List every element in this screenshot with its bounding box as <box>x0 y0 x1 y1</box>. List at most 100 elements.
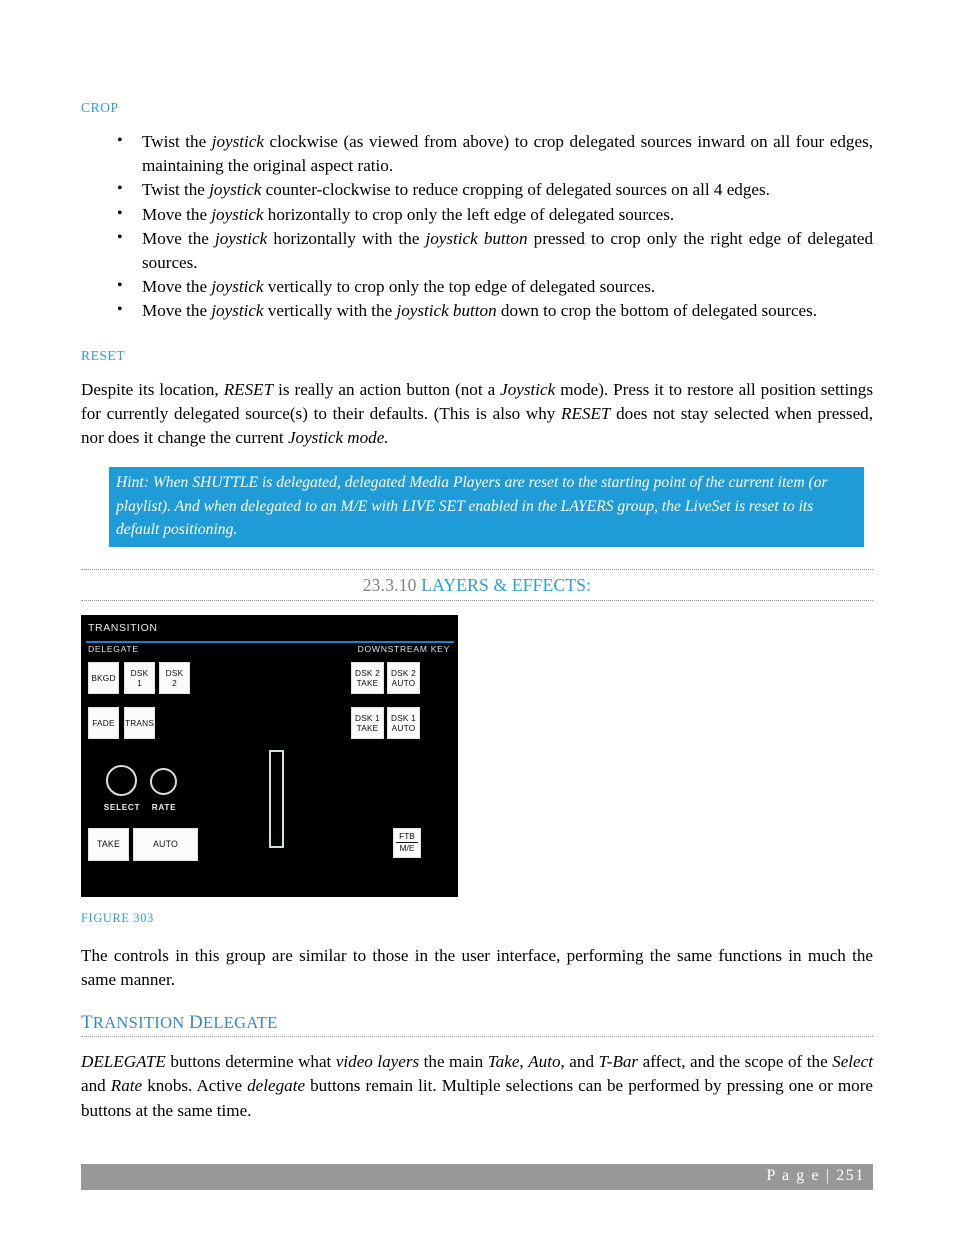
emphasis-run: Joystick <box>500 379 556 399</box>
button-label-line: DSK 2 <box>355 667 380 678</box>
me-label: M/E <box>399 843 415 854</box>
downstream-key-group-label: DOWNSTREAM KEY <box>357 643 450 654</box>
button-dsk2-auto[interactable]: DSK 2 AUTO <box>387 661 420 694</box>
button-label-line: AUTO <box>391 722 416 733</box>
t-bar-slider[interactable] <box>269 749 284 848</box>
page-footer-bar: P a g e | 251 <box>81 1164 873 1190</box>
button-label-line: DSK <box>130 667 149 678</box>
reset-paragraph: Despite its location, RESET is really an… <box>81 378 873 451</box>
text-run: Twist the <box>142 132 212 151</box>
text-run: vertically to crop only the top edge of … <box>263 277 656 297</box>
text-run: Move the <box>142 301 212 321</box>
document-page: CROP Twist the joystick clockwise (as vi… <box>0 0 954 1235</box>
crop-bullet-item: Move the joystick horizontally with the … <box>81 226 873 275</box>
button-label-line: DSK 1 <box>355 712 380 723</box>
emphasis-run: joystick <box>211 301 264 321</box>
text-run: , <box>519 1052 529 1072</box>
crop-bullet-item: Twist the joystick clockwise (as viewed … <box>81 129 873 178</box>
delegate-description-paragraph: DELEGATE buttons determine what video la… <box>81 1050 873 1123</box>
section-rule-bottom <box>81 599 873 601</box>
td-rest-1: RANSITION <box>92 1013 185 1033</box>
button-dsk1-delegate[interactable]: DSK 1 <box>124 661 155 694</box>
text-run: counter-clockwise to reduce cropping of … <box>261 180 770 200</box>
delegate-group-label: DELEGATE <box>88 643 139 654</box>
transition-delegate-rule <box>81 1036 873 1038</box>
text-run: Move the <box>142 228 215 248</box>
hint-callout: Hint: When SHUTTLE is delegated, delegat… <box>109 467 864 547</box>
button-auto[interactable]: AUTO <box>133 827 198 861</box>
emphasis-run: Auto <box>528 1052 561 1072</box>
td-cap-2: D <box>188 1012 203 1034</box>
emphasis-run: joystick <box>211 277 264 297</box>
ftb-label: FTB <box>396 831 418 844</box>
crop-bullet-item: Move the joystick vertically with the jo… <box>81 298 873 323</box>
td-rest-2: ELEGATE <box>203 1013 278 1033</box>
emphasis-run: joystick <box>211 132 264 151</box>
section-heading: 23.3.10 LAYERS & EFFECTS: <box>81 570 873 600</box>
emphasis-run: T-Bar <box>598 1052 639 1072</box>
button-label-line: DSK 1 <box>391 712 416 723</box>
panel-title: TRANSITION <box>88 621 158 634</box>
text-run: the main <box>419 1052 488 1072</box>
emphasis-run: Joystick mode. <box>287 428 389 448</box>
td-cap-1: T <box>81 1012 93 1034</box>
section-header-block: 23.3.10 LAYERS & EFFECTS: <box>81 568 873 601</box>
text-run: horizontally to crop only the left edge … <box>263 204 675 224</box>
crop-bullet-list: Twist the joystick clockwise (as viewed … <box>81 129 873 324</box>
controls-description-paragraph: The controls in this group are similar t… <box>81 945 873 989</box>
section-number: 23.3.10 <box>362 574 417 595</box>
text-run: down to crop the bottom of delegated sou… <box>496 301 818 321</box>
text-run: Move the <box>142 277 212 297</box>
text-run: knobs. Active <box>142 1076 248 1096</box>
emphasis-run: joystick <box>209 180 262 200</box>
emphasis-run: delegate <box>247 1076 306 1096</box>
text-run: Move the <box>142 204 212 224</box>
emphasis-run: joystick button <box>396 301 497 321</box>
text-run: Twist the <box>142 180 210 200</box>
text-run: , and <box>560 1052 599 1072</box>
button-ftb-me[interactable]: FTB M/E <box>393 827 421 858</box>
button-fade[interactable]: FADE <box>88 706 119 739</box>
emphasis-run: joystick <box>211 204 264 224</box>
figure-caption: FIGURE 303 <box>81 910 154 925</box>
crop-bullet-item: Twist the joystick counter-clockwise to … <box>81 177 873 202</box>
transition-control-panel: TRANSITION DELEGATE DOWNSTREAM KEY BKGD … <box>81 614 458 897</box>
page-content: CROP Twist the joystick clockwise (as vi… <box>81 100 873 1123</box>
button-dsk2-take[interactable]: DSK 2 TAKE <box>351 661 384 694</box>
crop-bullet-item: Move the joystick horizontally to crop o… <box>81 202 873 227</box>
text-run: vertically with the <box>263 301 397 321</box>
emphasis-run: Select <box>832 1052 873 1072</box>
button-label-line: TAKE <box>356 722 379 733</box>
emphasis-run: video layers <box>335 1052 420 1072</box>
knob-rate[interactable] <box>150 767 177 795</box>
emphasis-run: RESET <box>223 379 274 399</box>
button-label-line: 2 <box>172 677 177 688</box>
text-run: and <box>81 1076 111 1096</box>
button-trans[interactable]: TRANS <box>124 706 155 739</box>
emphasis-run: joystick <box>214 228 268 248</box>
heading-crop: CROP <box>81 100 119 115</box>
button-dsk2-delegate[interactable]: DSK 2 <box>159 661 190 694</box>
emphasis-run: Rate <box>110 1076 143 1096</box>
knob-select[interactable] <box>106 764 137 796</box>
button-take[interactable]: TAKE <box>88 827 129 861</box>
button-label-line: 1 <box>137 677 142 688</box>
heading-reset: RESET <box>81 347 126 363</box>
page-number-label: P a g e | 251 <box>766 1167 865 1184</box>
button-label-line: DSK 2 <box>391 667 416 678</box>
button-dsk1-auto[interactable]: DSK 1 AUTO <box>387 706 420 739</box>
button-label-line: TAKE <box>356 677 379 688</box>
button-bkgd[interactable]: BKGD <box>88 661 119 694</box>
crop-bullet-item: Move the joystick vertically to crop onl… <box>81 274 873 299</box>
button-dsk1-take[interactable]: DSK 1 TAKE <box>351 706 384 739</box>
knob-select-label: SELECT <box>103 802 141 812</box>
emphasis-run: RESET <box>561 403 611 423</box>
section-title: LAYERS & EFFECTS: <box>421 574 592 595</box>
transition-delegate-header-block: TRANSITION DELEGATE <box>81 1012 873 1038</box>
button-label-line: DSK <box>165 667 184 678</box>
figure-303: TRANSITION DELEGATE DOWNSTREAM KEY BKGD … <box>81 614 873 926</box>
emphasis-run: joystick button <box>425 228 528 248</box>
text-run: affect, and the scope of the <box>638 1052 833 1072</box>
text-run: horizontally with the <box>267 228 426 248</box>
button-label-line: AUTO <box>391 677 416 688</box>
